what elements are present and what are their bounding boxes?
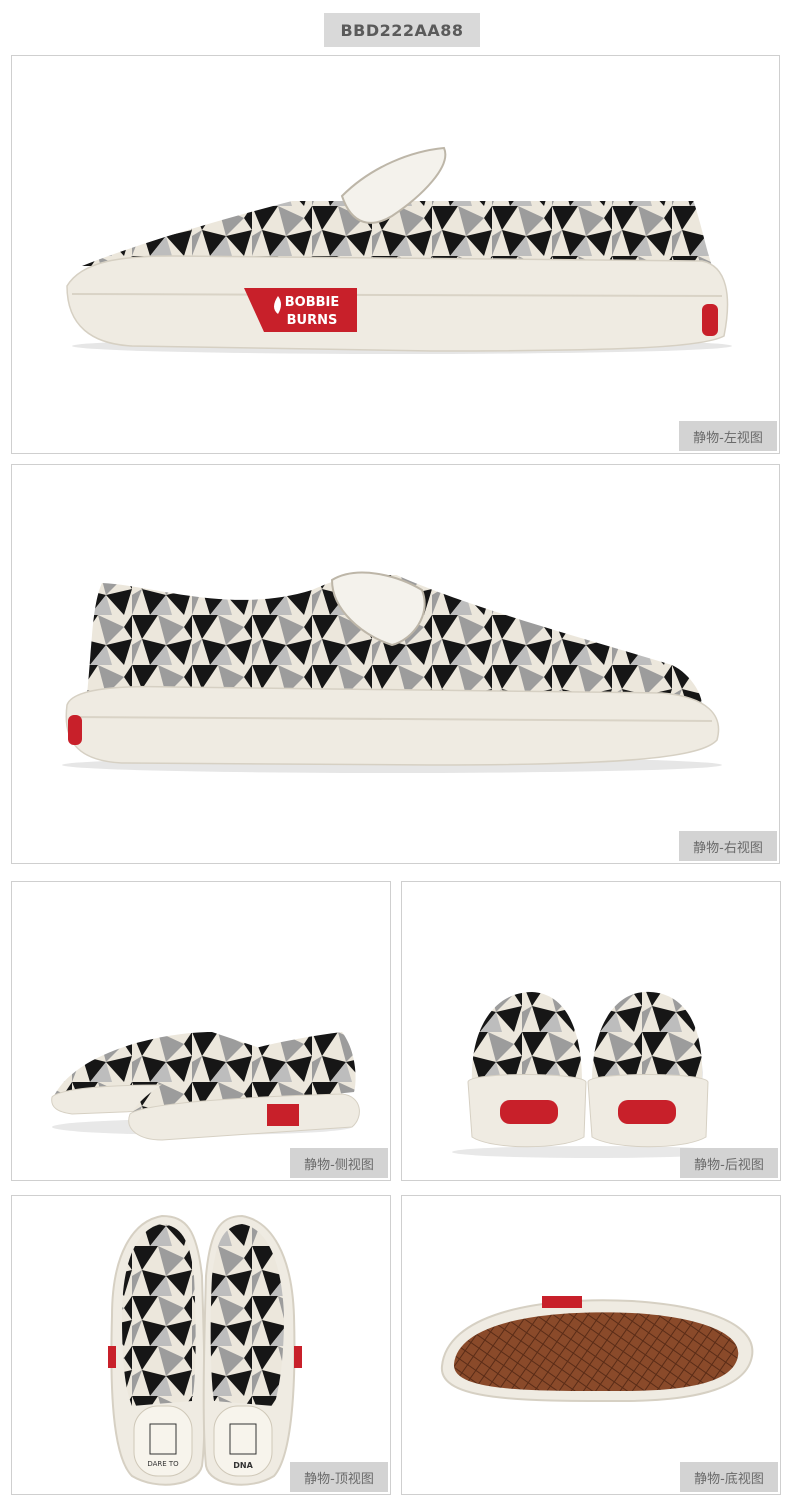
view-label-side: 静物-侧视图 [290,1148,388,1178]
view-label-top: 静物-顶视图 [290,1462,388,1492]
view-label-right: 静物-右视图 [679,831,777,861]
photo-side-view[interactable]: 静物-侧视图 [11,881,391,1181]
view-label-back: 静物-后视图 [680,1148,778,1178]
photo-bottom-view[interactable]: 静物-底视图 [401,1195,781,1495]
insole-logo: DNA [233,1461,253,1470]
shoe-right-view-illustration [62,571,722,773]
brand-line1: BOBBIE [285,295,340,310]
brand-line2: BURNS [287,313,338,328]
view-label-left: 静物-左视图 [679,421,777,451]
sku-code-badge: BBD222AA88 [324,13,480,47]
photo-right-view[interactable]: 静物-右视图 [11,464,780,864]
insole-text-left: DARE TO [147,1460,179,1468]
view-label-bottom: 静物-底视图 [680,1462,778,1492]
shoe-top-view-illustration: DARE TO DNA [108,1214,302,1486]
shoe-side-view-illustration [51,1032,360,1141]
photo-left-view[interactable]: BOBBIE BURNS 静物-左视图 [11,55,780,454]
shoe-left-view-illustration: BOBBIE BURNS [66,146,732,354]
shoe-bottom-view-illustration [440,1296,754,1403]
photo-top-view[interactable]: DARE TO DNA 静物-顶视图 [11,1195,391,1495]
photo-back-view[interactable]: 静物-后视图 [401,881,781,1181]
shoe-back-view-illustration [452,991,732,1158]
